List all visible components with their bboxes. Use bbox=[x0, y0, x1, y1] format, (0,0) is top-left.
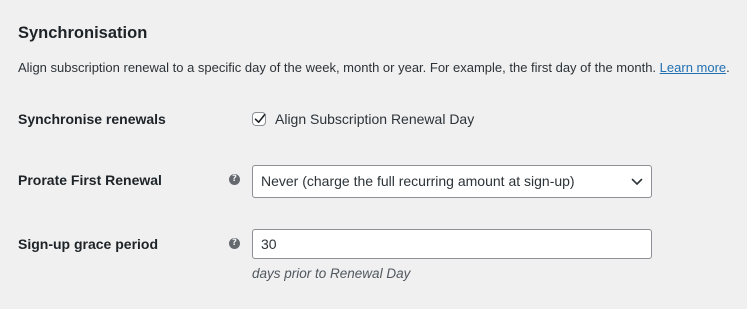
section-description-text: Align subscription renewal to a specific… bbox=[18, 60, 657, 75]
prorate-first-renewal-label: Prorate First Renewal bbox=[18, 172, 162, 188]
synchronise-renewals-label: Synchronise renewals bbox=[18, 111, 166, 127]
checkmark-icon bbox=[254, 114, 266, 123]
prorate-first-renewal-select[interactable]: Never (charge the full recurring amount … bbox=[252, 165, 652, 198]
align-renewal-day-label: Align Subscription Renewal Day bbox=[275, 111, 475, 127]
grace-period-input[interactable]: 30 bbox=[252, 229, 652, 259]
align-renewal-day-option[interactable]: Align Subscription Renewal Day bbox=[252, 110, 474, 128]
align-renewal-day-checkbox[interactable] bbox=[252, 112, 266, 126]
help-icon[interactable]: ? bbox=[229, 238, 240, 249]
prorate-selected-value: Never (charge the full recurring amount … bbox=[261, 173, 575, 189]
grace-period-value: 30 bbox=[261, 236, 277, 252]
section-description-suffix: . bbox=[726, 60, 730, 75]
sign-up-grace-period-label: Sign-up grace period bbox=[18, 236, 159, 252]
section-description: Align subscription renewal to a specific… bbox=[18, 60, 730, 76]
learn-more-link[interactable]: Learn more bbox=[660, 60, 726, 75]
help-icon[interactable]: ? bbox=[229, 174, 240, 185]
section-title: Synchronisation bbox=[18, 24, 148, 42]
chevron-down-icon bbox=[631, 178, 643, 185]
grace-period-description: days prior to Renewal Day bbox=[252, 266, 411, 281]
